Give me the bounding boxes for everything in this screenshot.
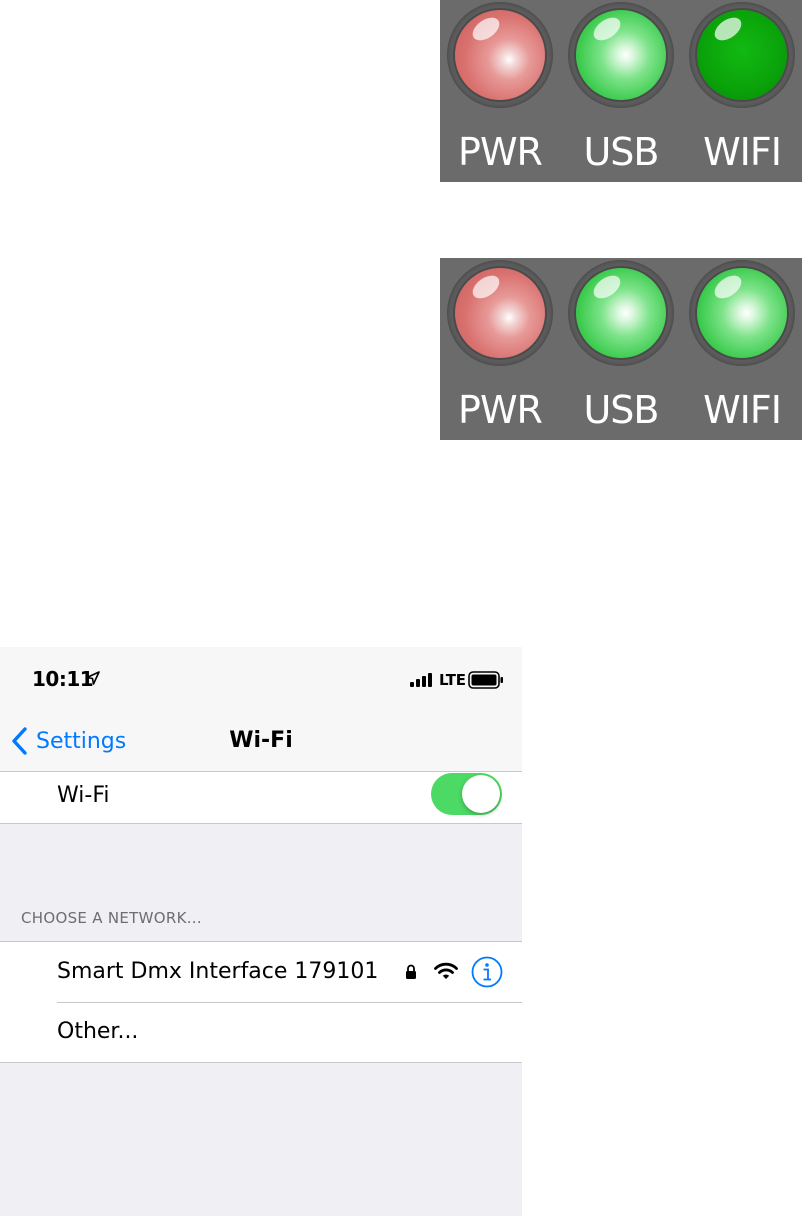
status-bar: 10:11 LTE <box>0 647 522 713</box>
led-bulb-green <box>576 10 666 100</box>
info-icon[interactable] <box>471 956 503 988</box>
location-arrow-icon <box>86 671 100 685</box>
led-pwr: PWR <box>440 2 560 178</box>
wifi-toggle-switch[interactable] <box>431 773 502 815</box>
network-name: Other... <box>57 1019 139 1044</box>
led-wifi: WIFI <box>682 260 802 436</box>
led-panel-top: PWR USB WIFI <box>440 0 802 182</box>
navigation-bar: Settings Wi-Fi <box>0 713 522 772</box>
led-bulb-green <box>697 268 787 358</box>
battery-icon <box>468 671 503 689</box>
led-panel-bottom: PWR USB WIFI <box>440 258 802 440</box>
network-type: LTE <box>439 671 466 689</box>
led-label: PWR <box>458 388 543 432</box>
led-ring <box>689 260 795 366</box>
led-pwr: PWR <box>440 260 560 436</box>
led-bulb-red <box>455 268 545 358</box>
led-label: USB <box>583 130 659 174</box>
led-usb: USB <box>561 2 681 178</box>
led-bulb-red <box>455 10 545 100</box>
led-label: PWR <box>458 130 543 174</box>
network-row-smart-dmx[interactable]: Smart Dmx Interface 179101 <box>0 942 522 1002</box>
led-bulb-green <box>576 268 666 358</box>
network-name: Smart Dmx Interface 179101 <box>57 959 379 984</box>
led-ring <box>447 260 553 366</box>
section-header-networks: CHOOSE A NETWORK... <box>21 909 202 927</box>
wifi-icon <box>434 962 458 979</box>
led-ring <box>568 260 674 366</box>
led-ring <box>689 2 795 108</box>
led-wifi: WIFI <box>682 2 802 178</box>
led-label: WIFI <box>703 388 782 432</box>
led-bulb-green-solid <box>697 10 787 100</box>
ios-wifi-settings-screen: 10:11 LTE Settings Wi-Fi Wi-Fi CHOOSE A … <box>0 647 522 1216</box>
led-label: WIFI <box>703 130 782 174</box>
network-row-other[interactable]: Other... <box>0 1002 522 1062</box>
lock-icon <box>406 964 416 979</box>
wifi-toggle-label: Wi-Fi <box>57 783 110 808</box>
led-ring <box>568 2 674 108</box>
network-list: Smart Dmx Interface 179101 Other... <box>0 941 522 1063</box>
led-ring <box>447 2 553 108</box>
status-time: 10:11 <box>32 667 94 691</box>
cellular-signal-icon <box>410 673 432 687</box>
led-usb: USB <box>561 260 681 436</box>
wifi-toggle-row: Wi-Fi <box>0 772 522 824</box>
page-title: Wi-Fi <box>229 728 293 753</box>
toggle-knob <box>462 775 500 813</box>
led-label: USB <box>583 388 659 432</box>
